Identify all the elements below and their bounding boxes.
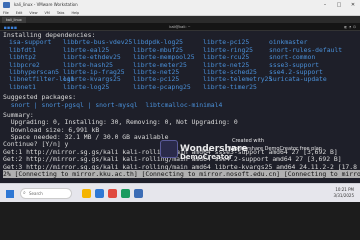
system-tray[interactable]: 10:21 PM 3/31/2025 [333,187,354,199]
taskbar-app-chrome-icon[interactable] [108,189,117,198]
minimize-icon[interactable]: – [318,0,332,10]
watermark-created-with: Created with [232,138,264,144]
dependency-list: isa-support libbrte-bus-vdev25 libdpdk-l… [3,38,357,91]
window-title-bar: kali_linux - VMware Workstation – □ ✕ [0,0,360,10]
clock-date: 3/31/2025 [333,193,354,198]
taskbar-search[interactable]: ⌕ Search [20,188,72,199]
menu-vm[interactable]: VM [45,11,50,15]
kali-top-panel: ■■■■ kali@kali: ~ ◧ ◔ ⏻ [0,23,360,31]
search-icon: ⌕ [23,190,26,196]
recorder-watermark: Wondershare DemoCreator Created with Won… [160,136,360,166]
terminal-window-title: kali@kali: ~ [169,25,191,29]
kali-tray-icons[interactable]: ◧ ◔ ⏻ [345,24,357,30]
dependency-item: librte-log25 [63,82,110,91]
dependency-item: librte-pcapng25 [133,82,191,91]
vm-tab-strip: kali_linux [0,16,360,23]
maximize-icon[interactable]: □ [332,0,346,10]
search-placeholder: Search [29,191,43,196]
taskbar-app-store-icon[interactable] [121,189,130,198]
window-title: kali_linux - VMware Workstation [14,2,78,7]
dependency-item: librte-timer25 [203,82,257,91]
vmware-logo-icon [3,2,10,8]
democreator-logo-icon [160,140,178,158]
dependency-item: suricata-update [269,75,327,84]
menu-view[interactable]: View [29,11,37,15]
taskbar: ⌕ Search 10:21 PM 3/31/2025 [0,183,360,202]
progress-line: 2% [Connecting to mirror.kku.ac.th] [Con… [3,170,360,179]
taskbar-app-explorer-icon[interactable] [82,189,91,198]
dependency-item [269,84,339,91]
watermark-product: DemoCreator [180,153,233,161]
close-icon[interactable]: ✕ [346,0,360,10]
dependency-item: libnet1 [9,82,36,91]
taskbar-app-vmware-icon[interactable] [134,189,143,198]
menu-tabs[interactable]: Tabs [57,11,65,15]
menu-file[interactable]: File [3,11,9,15]
windows-start-icon[interactable] [6,190,14,198]
menu-help[interactable]: Help [71,11,79,15]
suggested-packages: snort | snort-pgsql | snort-mysql libtcm… [3,100,223,109]
taskbar-app-edge-icon[interactable] [95,189,104,198]
watermark-plan: Wondershare DemoCreator free plan [230,146,322,152]
menu-edit[interactable]: Edit [16,11,23,15]
